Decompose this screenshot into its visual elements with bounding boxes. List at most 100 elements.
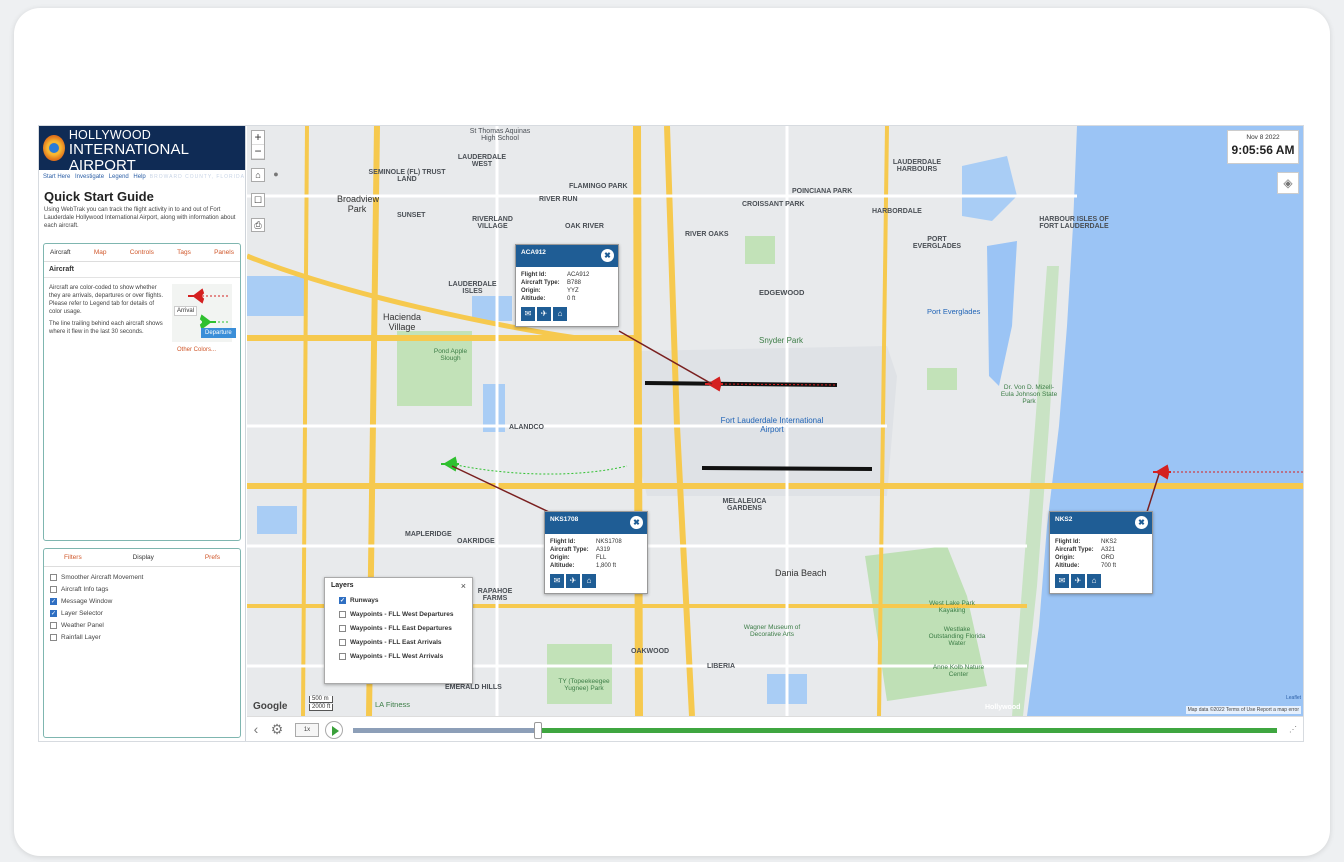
tab-aircraft[interactable]: Aircraft xyxy=(50,249,71,256)
quick-start-description: Using WebTrak you can track the flight a… xyxy=(44,207,236,229)
message-icon[interactable]: ✉ xyxy=(521,307,535,321)
timeline-slider-handle[interactable] xyxy=(534,722,542,739)
checkbox[interactable] xyxy=(339,625,346,632)
plane-icon[interactable]: ✈ xyxy=(1071,574,1085,588)
location-pin-icon[interactable]: ● xyxy=(269,168,283,182)
option-message-window[interactable]: ✓ Message Window xyxy=(50,598,234,605)
altitude: 1,800 ft xyxy=(596,563,617,569)
airport-logo: FORT LAUDERDALE-HOLLYWOOD INTERNATIONAL … xyxy=(39,126,245,180)
label-river-run: RIVER RUN xyxy=(539,196,578,203)
label-lauderdale-isles: LAUDERDALE ISLES xyxy=(448,281,497,295)
label-hacienda: Hacienda Village xyxy=(382,312,422,332)
tab-map[interactable]: Map xyxy=(94,249,107,256)
option-rainfall-layer[interactable]: Rainfall Layer xyxy=(50,634,234,641)
map-view[interactable]: St Thomas Aquinas High School SEMINOLE (… xyxy=(247,126,1303,716)
link-start-here[interactable]: Start Here xyxy=(43,174,70,180)
option-smoother-movement[interactable]: Smoother Aircraft Movement xyxy=(50,574,234,581)
altitude: 0 ft xyxy=(567,296,576,302)
map-scale: 500 m 2000 ft xyxy=(309,696,334,712)
label-la-fitness: LA Fitness xyxy=(375,700,411,709)
link-legend[interactable]: Legend xyxy=(109,174,129,180)
gear-icon[interactable]: ⚙ xyxy=(267,722,287,738)
chevron-left-icon[interactable]: ‹ xyxy=(251,722,261,738)
link-investigate[interactable]: Investigate xyxy=(75,174,104,180)
other-colors-link[interactable]: Other Colors... xyxy=(177,347,216,353)
label-snyder: Snyder Park xyxy=(759,336,804,345)
house-icon[interactable]: ⌂ xyxy=(1087,574,1101,588)
flight-card-nks1708: NKS1708 ✖ Flight Id: NKS1708 Aircraft Type… xyxy=(544,511,648,594)
option-weather-panel[interactable]: Weather Panel xyxy=(50,622,234,629)
label-anne-kolb: Anne Kolb Nature Center xyxy=(932,664,985,678)
label-sunset: SUNSET xyxy=(397,212,426,219)
zoom-control: + − xyxy=(251,130,265,160)
speed-selector[interactable]: 1x xyxy=(295,723,319,737)
checkbox-checked[interactable]: ✓ xyxy=(339,597,346,604)
layer-east-arrivals[interactable]: Waypoints - FLL East Arrivals xyxy=(325,635,472,649)
aircraft-text-2: The line trailing behind each aircraft s… xyxy=(49,321,163,335)
checkbox-checked[interactable]: ✓ xyxy=(50,610,57,617)
layers-close-button[interactable]: × xyxy=(461,581,466,591)
tab-panels[interactable]: Panels xyxy=(214,249,234,256)
house-icon[interactable]: ⌂ xyxy=(582,574,596,588)
layers-panel: Layers × ✓ Runways Waypoints - FLL West D… xyxy=(324,577,473,684)
checkbox[interactable] xyxy=(339,611,346,618)
label-broadview: Broadview Park xyxy=(337,194,380,214)
tab-filters[interactable]: Filters xyxy=(64,554,82,561)
layer-west-arrivals[interactable]: Waypoints - FLL West Arrivals xyxy=(325,649,472,663)
zoom-out-button[interactable]: − xyxy=(252,145,264,159)
label-st-thomas: St Thomas Aquinas High School xyxy=(469,128,531,142)
message-icon[interactable]: ✉ xyxy=(550,574,564,588)
plane-icon[interactable]: ✈ xyxy=(537,307,551,321)
aircraft-type: A321 xyxy=(1101,547,1116,553)
layer-runways[interactable]: ✓ Runways xyxy=(325,593,472,607)
sun-logo-icon xyxy=(43,135,65,161)
checkbox-checked[interactable]: ✓ xyxy=(50,598,57,605)
timeline-elapsed[interactable] xyxy=(353,728,537,733)
label-oakridge: OAKRIDGE xyxy=(457,538,495,545)
label-flamingo: FLAMINGO PARK xyxy=(569,183,628,190)
label-oakwood: OAKWOOD xyxy=(631,648,670,655)
timeline-remaining[interactable] xyxy=(541,728,1277,733)
house-icon[interactable]: ⌂ xyxy=(553,307,567,321)
tab-display[interactable]: Display xyxy=(133,554,154,561)
checkbox[interactable] xyxy=(339,653,346,660)
checkbox[interactable] xyxy=(339,639,346,646)
layer-east-departures[interactable]: Waypoints - FLL East Departures xyxy=(325,621,472,635)
checkbox[interactable] xyxy=(50,634,57,641)
play-button[interactable] xyxy=(325,721,343,739)
leaflet-link[interactable]: Leaflet xyxy=(1286,695,1301,701)
tab-tags[interactable]: Tags xyxy=(177,249,191,256)
close-icon[interactable]: ✖ xyxy=(601,249,614,262)
flight-card-nks2: NKS2 ✖ Flight Id: NKS2 Aircraft Type: A321 … xyxy=(1049,511,1153,594)
layer-west-departures[interactable]: Waypoints - FLL West Departures xyxy=(325,607,472,621)
layers-title: Layers xyxy=(331,582,354,589)
option-info-tags[interactable]: Aircraft Info tags xyxy=(50,586,234,593)
panel2-tabs: Filters Display Prefs xyxy=(44,549,240,567)
arrival-legend-label: Arrival xyxy=(174,306,198,316)
map-attribution[interactable]: Map data ©2022 Terms of Use Report a map… xyxy=(1185,706,1301,714)
layer-toggle-button[interactable]: ☐ xyxy=(251,193,265,207)
label-dr-von-d: Dr. Von D. Mizell-Eula Johnson State Par… xyxy=(1000,384,1058,405)
map-layers-icon[interactable]: ◈ xyxy=(1277,172,1299,194)
option-layer-selector[interactable]: ✓ Layer Selector xyxy=(50,610,234,617)
checkbox[interactable] xyxy=(50,586,57,593)
close-icon[interactable]: ✖ xyxy=(630,516,643,529)
link-help[interactable]: Help xyxy=(133,174,145,180)
checkbox[interactable] xyxy=(50,622,57,629)
close-icon[interactable]: ✖ xyxy=(1135,516,1148,529)
flight-card-aca912: ACA912 ✖ Flight Id: ACA912 Aircraft Type: B… xyxy=(515,244,619,327)
print-button[interactable]: ⎙ xyxy=(251,218,265,232)
checkbox[interactable] xyxy=(50,574,57,581)
tab-prefs[interactable]: Prefs xyxy=(205,554,220,561)
aircraft-info-panel: Aircraft Map Controls Tags Panels Aircra… xyxy=(43,243,241,541)
tab-controls[interactable]: Controls xyxy=(130,249,154,256)
departure-legend-label: Departure xyxy=(201,328,236,338)
resize-grip-icon[interactable]: ⋰ xyxy=(1287,722,1299,738)
message-icon[interactable]: ✉ xyxy=(1055,574,1069,588)
label-edgewood: EDGEWOOD xyxy=(759,288,805,297)
label-wagner: Wagner Museum of Decorative Arts xyxy=(743,624,801,638)
plane-icon[interactable]: ✈ xyxy=(566,574,580,588)
home-button[interactable]: ⌂ xyxy=(251,168,265,182)
zoom-in-button[interactable]: + xyxy=(252,131,264,145)
label-port-everglades-poi: Port Everglades xyxy=(927,307,981,316)
